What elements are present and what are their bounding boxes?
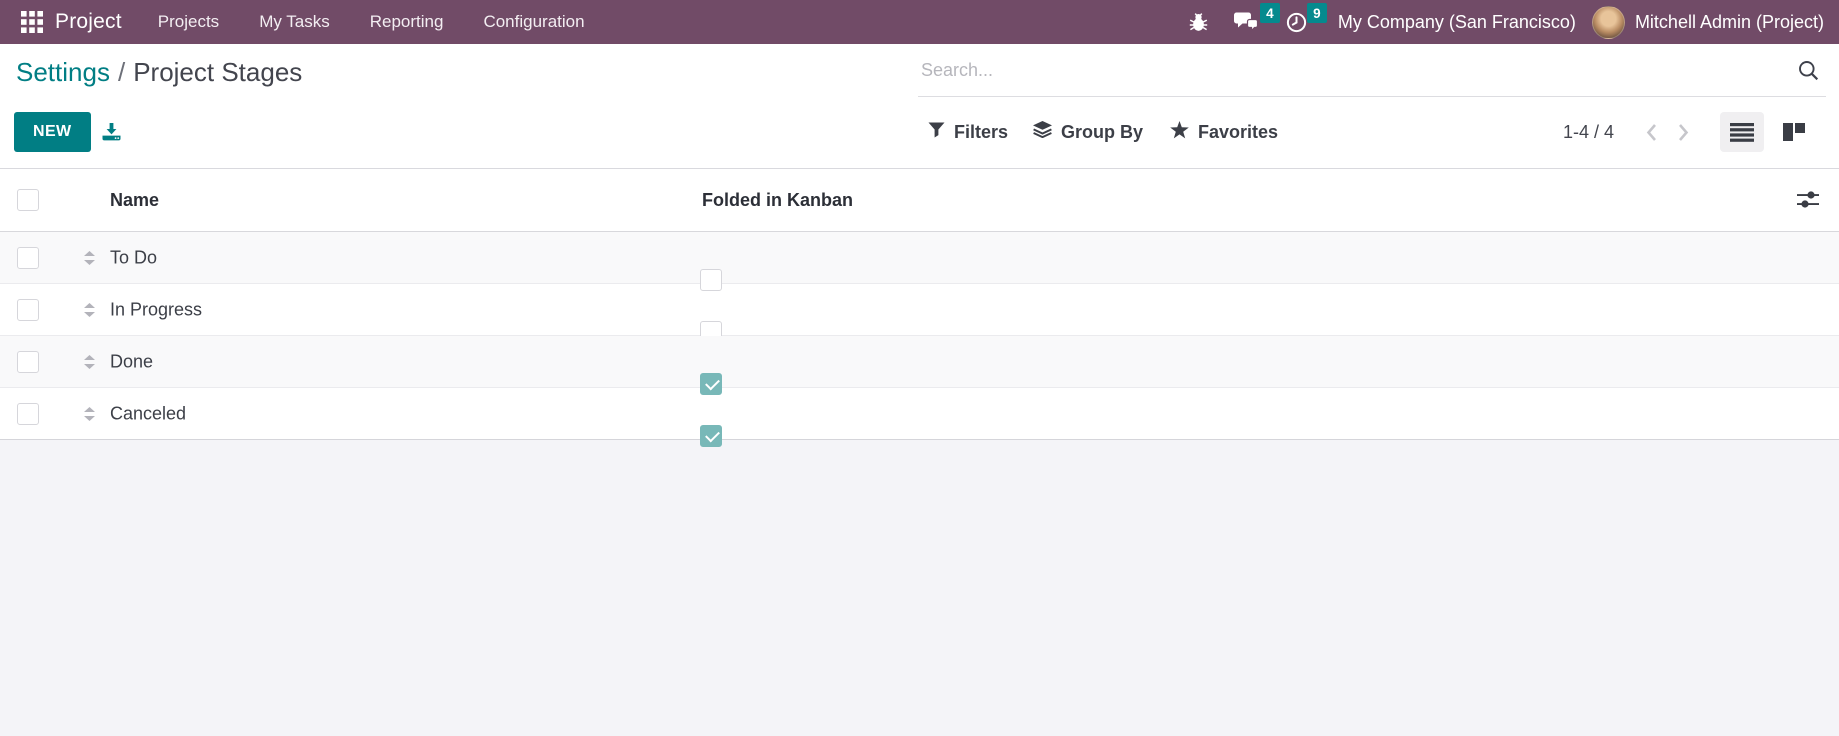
table-row[interactable]: Done (0, 336, 1839, 395)
table-row[interactable]: To Do (0, 232, 1839, 291)
stage-name[interactable]: Done (110, 351, 153, 372)
row-select-checkbox[interactable] (17, 350, 39, 373)
column-header-name[interactable]: Name (110, 169, 159, 231)
layers-icon (1033, 121, 1052, 143)
pager-next-icon[interactable] (1677, 123, 1690, 142)
apps-grid-icon[interactable] (15, 0, 49, 44)
filters-label: Filters (954, 121, 1009, 142)
drag-handle-icon[interactable] (84, 354, 95, 369)
stage-name[interactable]: Canceled (110, 403, 186, 424)
stage-list: To Do In Progress Done Canceled (0, 232, 1839, 447)
pager-range[interactable]: 1-4 / 4 (1563, 112, 1614, 152)
table-row[interactable]: In Progress (0, 284, 1839, 343)
view-switcher (1720, 112, 1816, 152)
navbar-right: 4 9 My Company (San Francisco) Mitchell … (1176, 0, 1824, 44)
app-name[interactable]: Project (55, 10, 122, 34)
table-row[interactable]: Canceled (0, 388, 1839, 447)
group-by-label: Group By (1061, 121, 1144, 142)
menu-reporting[interactable]: Reporting (350, 0, 464, 44)
kanban-view-button[interactable] (1772, 112, 1816, 152)
company-switcher[interactable]: My Company (San Francisco) (1320, 12, 1592, 33)
filter-funnel-icon (928, 122, 945, 143)
select-all-checkbox[interactable] (17, 189, 39, 211)
filters-button[interactable]: Filters (928, 112, 1008, 152)
content-background (0, 440, 1839, 736)
drag-handle-icon[interactable] (84, 250, 95, 265)
star-icon (1170, 120, 1189, 144)
breadcrumb: Settings / Project Stages (16, 57, 302, 88)
pager-previous-icon[interactable] (1645, 123, 1658, 142)
search-icon[interactable] (1797, 59, 1820, 82)
row-select-checkbox[interactable] (17, 246, 39, 269)
user-menu[interactable]: Mitchell Admin (Project) (1591, 5, 1824, 39)
folded-checkbox[interactable] (700, 424, 722, 447)
search-bar (918, 44, 1826, 97)
debug-bug-icon[interactable] (1176, 0, 1221, 44)
menu-configuration[interactable]: Configuration (463, 0, 604, 44)
user-name: Mitchell Admin (Project) (1634, 11, 1824, 32)
breadcrumb-separator: / (117, 57, 126, 87)
menu-projects[interactable]: Projects (138, 0, 239, 44)
drag-handle-icon[interactable] (84, 406, 95, 421)
new-button[interactable]: NEW (14, 112, 91, 152)
messages-icon[interactable]: 4 (1221, 0, 1280, 44)
favorites-label: Favorites (1198, 121, 1279, 142)
top-navbar: Project Projects My Tasks Reporting Conf… (0, 0, 1839, 44)
table-header-row: Name Folded in Kanban (0, 168, 1839, 232)
menu-my-tasks[interactable]: My Tasks (239, 0, 350, 44)
breadcrumb-settings-link[interactable]: Settings (16, 57, 110, 87)
drag-handle-icon[interactable] (84, 302, 95, 317)
activities-clock-icon[interactable]: 9 (1273, 0, 1327, 44)
stage-name[interactable]: To Do (110, 247, 157, 268)
activities-count-badge: 9 (1306, 3, 1327, 23)
row-select-checkbox[interactable] (17, 298, 39, 321)
export-download-icon[interactable] (102, 123, 121, 141)
stage-name[interactable]: In Progress (110, 299, 202, 320)
column-header-folded[interactable]: Folded in Kanban (702, 169, 853, 231)
page-title: Project Stages (133, 57, 303, 87)
optional-columns-sliders-icon[interactable] (1797, 169, 1819, 231)
user-avatar (1591, 5, 1625, 39)
list-view-button[interactable] (1720, 112, 1764, 152)
control-panel: Settings/Project Stages NEW Filters (0, 44, 1839, 168)
favorites-button[interactable]: Favorites (1170, 112, 1278, 152)
row-select-checkbox[interactable] (17, 402, 39, 425)
search-input[interactable] (918, 59, 1797, 81)
group-by-button[interactable]: Group By (1033, 112, 1143, 152)
main-menu: Projects My Tasks Reporting Configuratio… (138, 0, 605, 44)
